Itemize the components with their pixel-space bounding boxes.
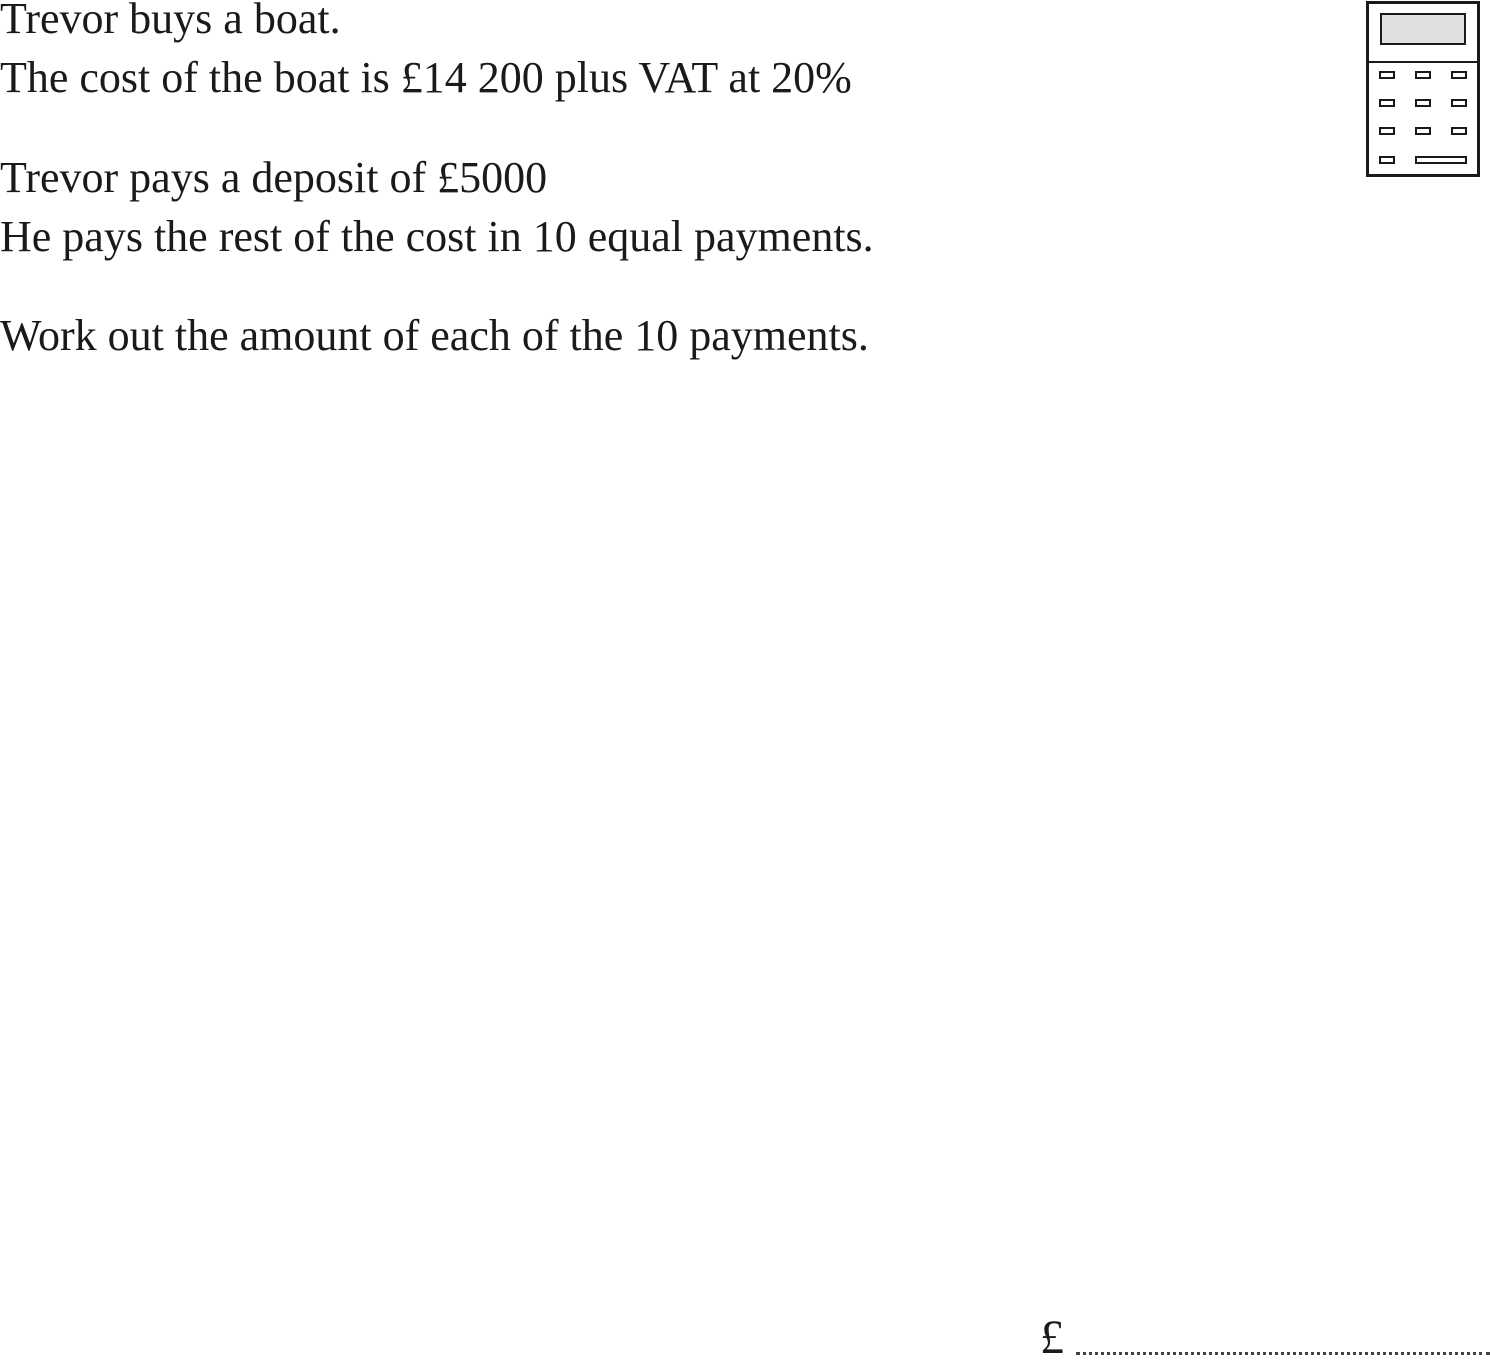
question-line-4: He pays the rest of the cost in 10 equal… xyxy=(0,212,874,261)
currency-symbol: £ xyxy=(1040,1311,1064,1364)
question-line-5: Work out the amount of each of the 10 pa… xyxy=(0,311,869,360)
answer-line[interactable]: £ xyxy=(1040,1310,1490,1364)
answer-dotted-line[interactable] xyxy=(1076,1352,1490,1355)
question-line-1: Trevor buys a boat. xyxy=(0,0,341,43)
calculator-icon xyxy=(1366,1,1480,177)
question-line-2: The cost of the boat is £14 200 plus VAT… xyxy=(0,53,852,102)
question-line-3: Trevor pays a deposit of £5000 xyxy=(0,153,548,202)
